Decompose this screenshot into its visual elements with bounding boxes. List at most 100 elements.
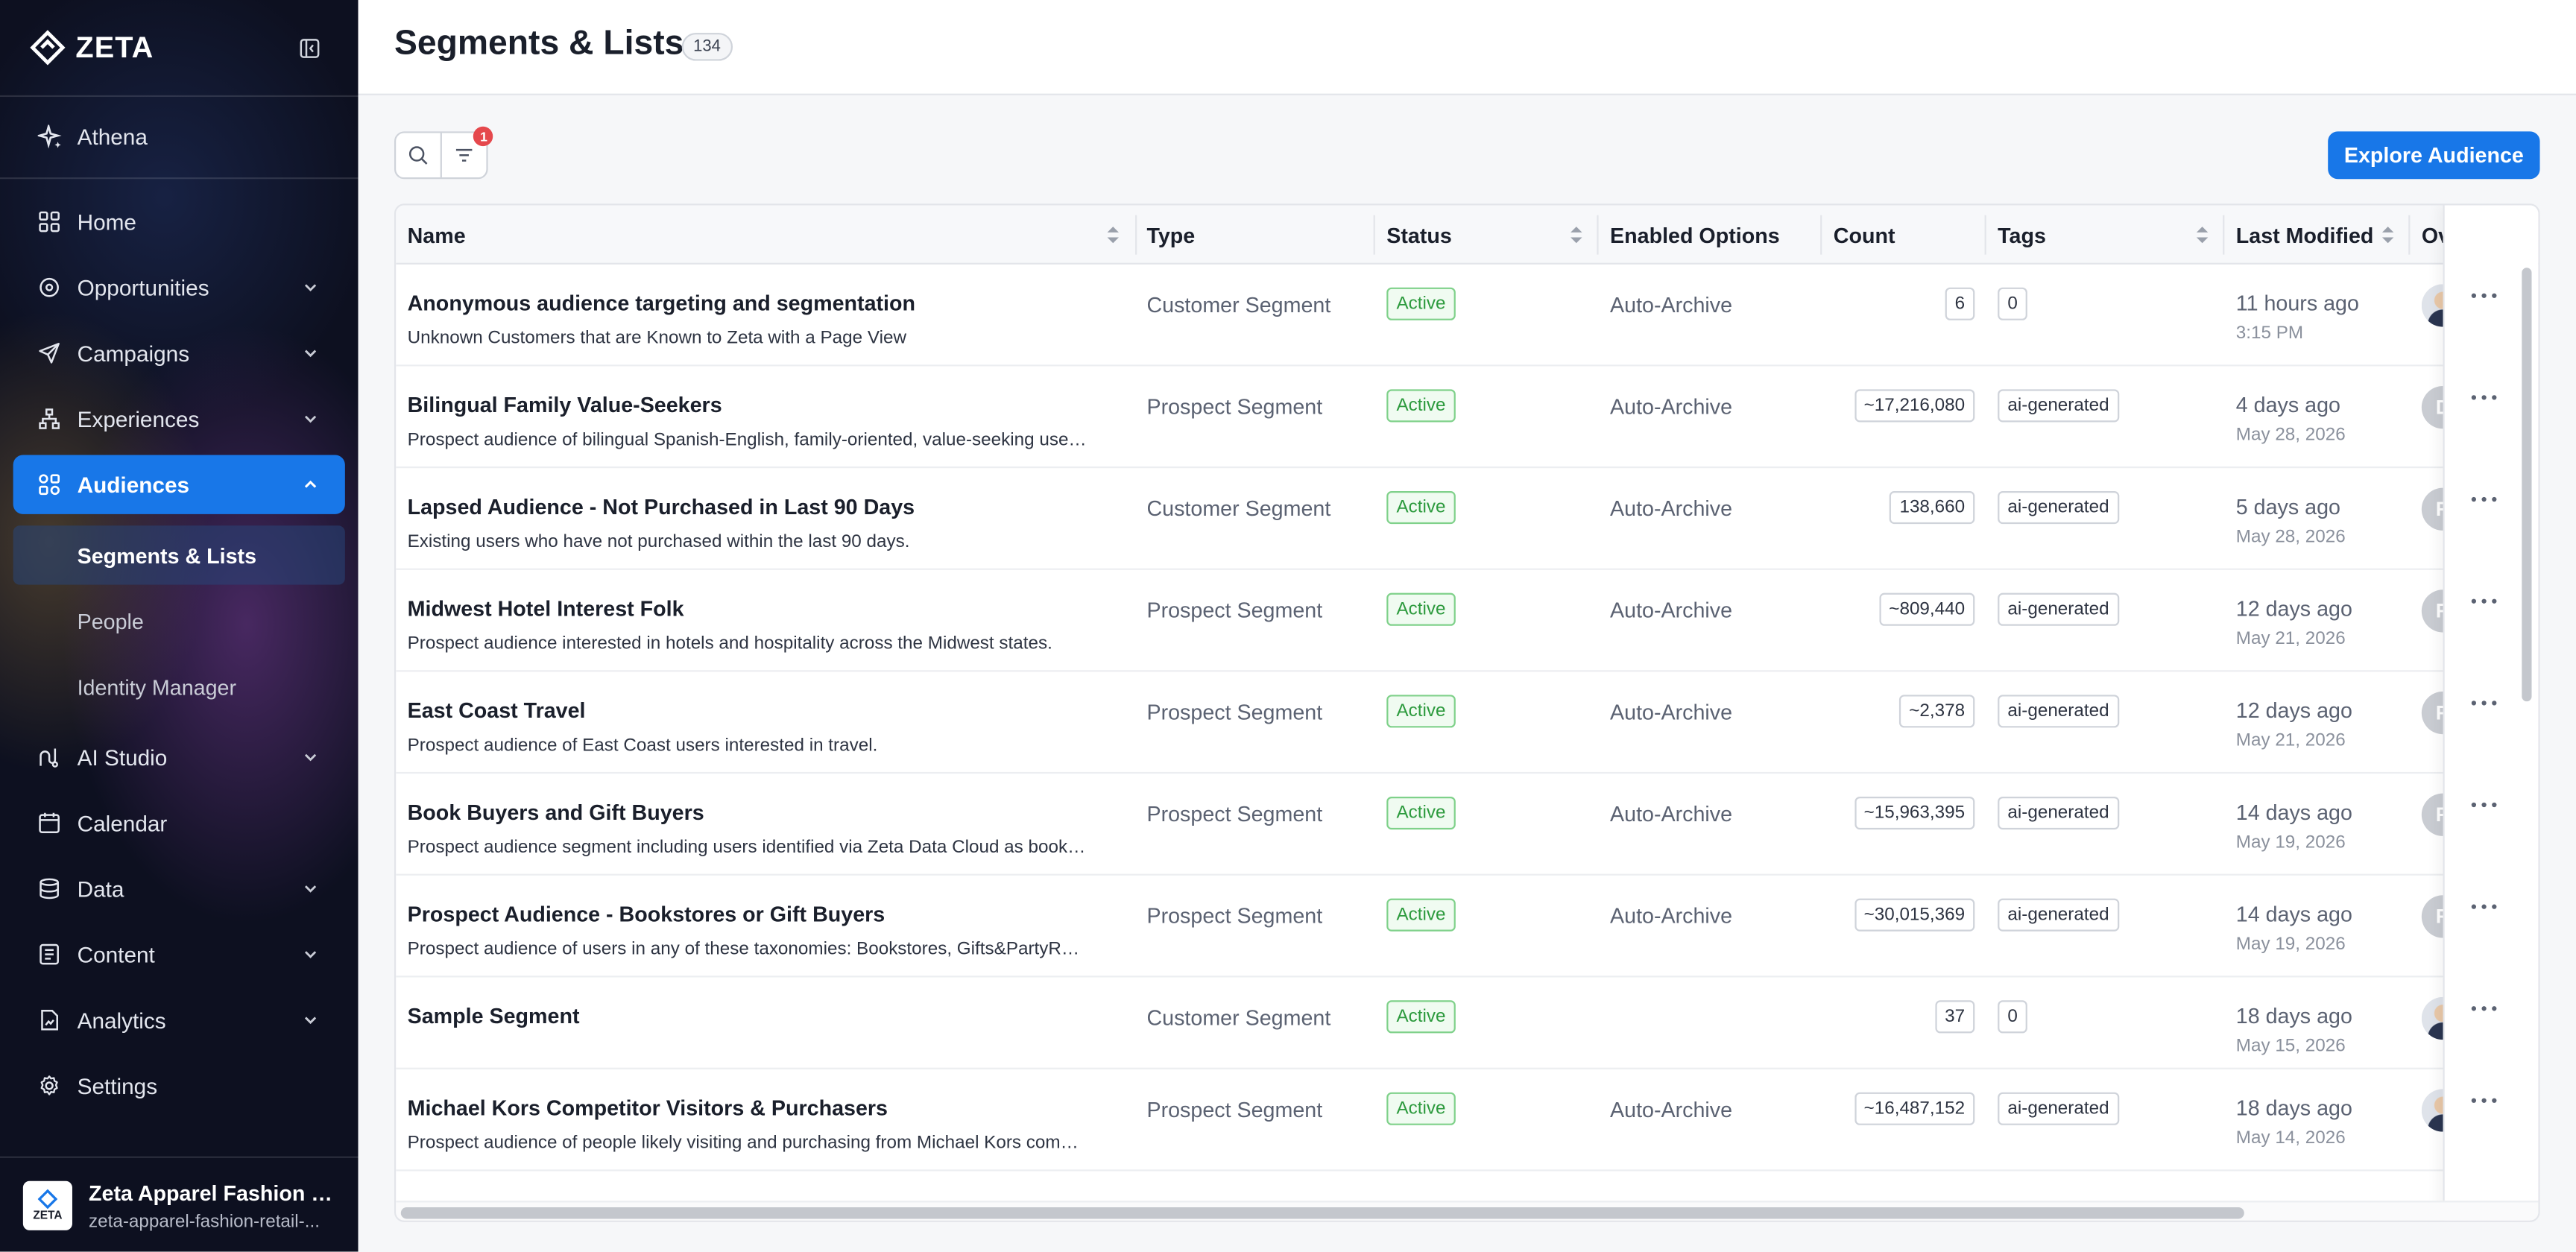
nav-experiences-label: Experiences — [77, 406, 200, 431]
sort-icon[interactable] — [2381, 224, 2396, 247]
tag-badge[interactable]: ai-generated — [1998, 796, 2119, 830]
vertical-scrollbar-thumb[interactable] — [2522, 268, 2532, 702]
table-row[interactable]: Bilingual Family Value-Seekers Prospect a… — [396, 367, 2465, 469]
segment-name[interactable]: East Coast Travel — [408, 698, 586, 723]
search-icon — [409, 146, 428, 165]
nav-experiences[interactable]: Experiences — [13, 389, 345, 448]
segment-name[interactable]: Midwest Hotel Interest Folk — [408, 596, 684, 621]
nav-calendar[interactable]: Calendar — [13, 794, 345, 853]
column-header-status[interactable]: Status — [1386, 206, 1452, 265]
sub-nav-segments-lists[interactable]: Segments & Lists — [13, 525, 345, 585]
last-modified-date: 3:15 PM — [2235, 323, 2304, 344]
nav-analytics[interactable]: Analytics — [13, 990, 345, 1049]
nav-campaigns-label: Campaigns — [77, 341, 190, 366]
nav-audiences[interactable]: Audiences — [13, 455, 345, 514]
column-divider[interactable] — [2223, 215, 2225, 255]
nav-opportunities[interactable]: Opportunities — [13, 258, 345, 317]
table-row[interactable]: Lapsed Audience - Not Purchased in Last … — [396, 468, 2465, 570]
enabled-options: Auto-Archive — [1610, 393, 1733, 420]
segment-name[interactable]: Sample Segment — [408, 1004, 580, 1028]
table-row[interactable]: Book Buyers and Gift Buyers Prospect audi… — [396, 774, 2465, 876]
column-header-count[interactable]: Count — [1834, 206, 1895, 265]
table-row[interactable]: Sample Segment Customer Segment Active 37 0 1… — [396, 977, 2465, 1069]
nav-ai-studio[interactable]: AI Studio — [13, 727, 345, 786]
more-actions-button[interactable] — [2469, 389, 2499, 405]
column-divider[interactable] — [1135, 215, 1137, 255]
tag-badge[interactable]: ai-generated — [1998, 389, 2119, 423]
more-actions-button[interactable] — [2469, 695, 2499, 711]
column-divider[interactable] — [1373, 215, 1375, 255]
last-modified-date: May 28, 2026 — [2235, 527, 2346, 547]
filter-button[interactable]: 1 — [441, 126, 494, 178]
collapse-sidebar-button[interactable] — [296, 34, 322, 60]
explore-audience-button[interactable]: Explore Audience — [2328, 131, 2540, 180]
last-modified: 14 days ago — [2235, 902, 2352, 927]
more-actions-button[interactable] — [2469, 593, 2499, 610]
nav-content-label: Content — [77, 942, 155, 967]
last-modified-date: May 19, 2026 — [2235, 935, 2346, 955]
more-actions-button[interactable] — [2469, 288, 2499, 304]
tag-badge[interactable]: ai-generated — [1998, 592, 2119, 626]
column-divider[interactable] — [1597, 215, 1599, 255]
nav-settings[interactable]: Settings — [13, 1056, 345, 1115]
column-header-name[interactable]: Name — [408, 206, 466, 265]
column-header-tags[interactable]: Tags — [1998, 206, 2046, 265]
zeta-logo[interactable]: ZETA — [30, 26, 154, 69]
more-actions-button[interactable] — [2469, 797, 2499, 813]
column-header-enabled-options[interactable]: Enabled Options — [1610, 206, 1780, 265]
column-divider[interactable] — [2408, 215, 2411, 255]
count-badge: ~15,963,395 — [1854, 796, 1975, 830]
sort-icon[interactable] — [1569, 224, 1584, 247]
sidebar-collapse-icon — [299, 38, 319, 57]
search-button[interactable] — [396, 133, 441, 178]
column-header-type[interactable]: Type — [1146, 206, 1195, 265]
count-badge: ~809,440 — [1879, 592, 1975, 626]
more-actions-button[interactable] — [2469, 1000, 2499, 1017]
tag-badge[interactable]: ai-generated — [1998, 695, 2119, 728]
sort-icon[interactable] — [2195, 224, 2210, 247]
workspace-switcher[interactable]: ZETA Zeta Apparel Fashion Re... zeta-app… — [0, 1156, 359, 1252]
table-row[interactable]: Midwest Hotel Interest Folk Prospect audi… — [396, 570, 2465, 672]
segment-name[interactable]: Anonymous audience targeting and segment… — [408, 291, 915, 315]
nav-data[interactable]: Data — [13, 859, 345, 918]
column-header-last-modified[interactable]: Last Modified — [2236, 206, 2374, 265]
segment-name[interactable]: Book Buyers and Gift Buyers — [408, 800, 704, 824]
nav-campaigns[interactable]: Campaigns — [13, 323, 345, 382]
tag-badge[interactable]: ai-generated — [1998, 491, 2119, 525]
segment-name[interactable]: Prospect Audience - Bookstores or Gift B… — [408, 902, 886, 926]
chevron-down-icon — [304, 951, 317, 958]
hierarchy-icon — [36, 405, 62, 431]
workspace-logo-text: ZETA — [33, 1210, 63, 1222]
more-actions-button[interactable] — [2469, 1093, 2499, 1109]
segment-name[interactable]: Michael Kors Competitor Visitors & Purch… — [408, 1096, 888, 1120]
table-row[interactable]: Prospect Audience - Bookstores or Gift B… — [396, 876, 2465, 978]
table-row[interactable]: East Coast Travel Prospect audience of Ea… — [396, 671, 2465, 774]
status-badge: Active — [1386, 1092, 1456, 1125]
nav-athena[interactable]: Athena — [13, 107, 345, 165]
column-divider[interactable] — [1984, 215, 1986, 255]
more-horizontal-icon — [2471, 598, 2497, 604]
tag-badge[interactable]: ai-generated — [1998, 898, 2119, 932]
more-actions-button[interactable] — [2469, 491, 2499, 508]
segment-name[interactable]: Bilingual Family Value-Seekers — [408, 393, 722, 417]
sort-icon[interactable] — [1105, 224, 1120, 247]
table-row[interactable]: Anonymous audience targeting and segment… — [396, 265, 2465, 367]
segment-type: Prospect Segment — [1146, 699, 1323, 725]
count-badge: 37 — [1934, 1000, 1975, 1034]
table-row[interactable]: Michael Kors Competitor Visitors & Purch… — [396, 1069, 2465, 1172]
tag-badge[interactable]: ai-generated — [1998, 1092, 2119, 1125]
enabled-options: Auto-Archive — [1610, 1097, 1733, 1122]
horizontal-scrollbar-thumb[interactable] — [400, 1207, 2244, 1219]
sub-nav-identity-manager[interactable]: Identity Manager — [13, 657, 345, 716]
sub-nav-people[interactable]: People — [13, 591, 345, 650]
column-divider[interactable] — [1820, 215, 1822, 255]
nav-content[interactable]: Content — [13, 925, 345, 984]
more-actions-button[interactable] — [2469, 899, 2499, 915]
tag-badge[interactable]: 0 — [1998, 1000, 2028, 1034]
tag-badge[interactable]: 0 — [1998, 287, 2028, 320]
page-title: Segments & Lists — [394, 25, 684, 63]
nav-settings-label: Settings — [77, 1073, 158, 1098]
segment-name[interactable]: Lapsed Audience - Not Purchased in Last … — [408, 494, 915, 519]
status-badge: Active — [1386, 491, 1456, 525]
nav-home[interactable]: Home — [13, 192, 345, 251]
